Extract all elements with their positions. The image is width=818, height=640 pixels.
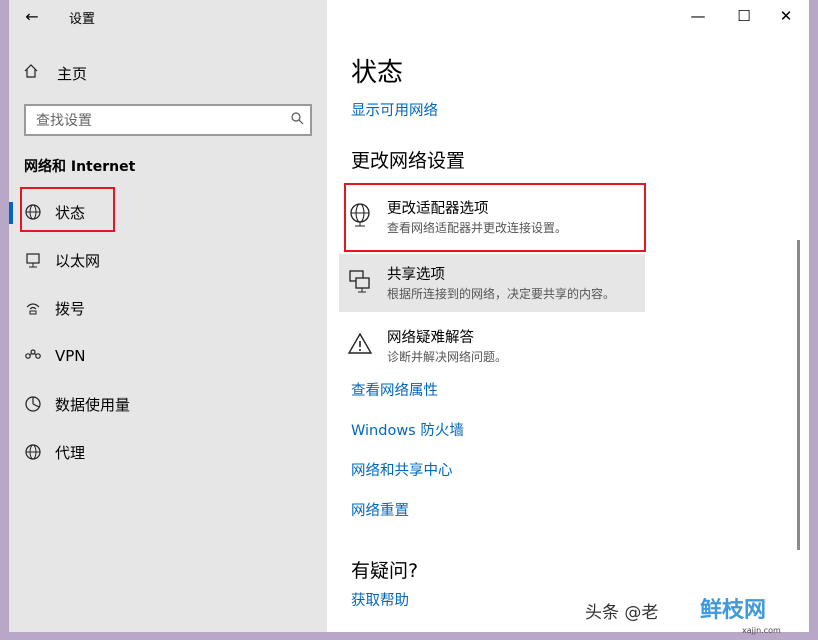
sidebar-item-ethernet[interactable]: 以太网 [9, 236, 327, 284]
card-description: 诊断并解决网络问题。 [387, 350, 508, 364]
data-usage-icon [22, 395, 44, 413]
sidebar-item-label: 代理 [55, 443, 86, 462]
nav-pane: ← 设置 主页 查找设置 网络和 Internet 状态 以太网 拨号 VPN … [9, 0, 327, 632]
sidebar-item-label: 状态 [55, 203, 86, 222]
card-title: 更改适配器选项 [387, 201, 489, 217]
minimize-icon: — [690, 7, 706, 25]
change-settings-heading: 更改网络设置 [351, 150, 466, 172]
sidebar-item-status[interactable]: 状态 [9, 188, 327, 236]
watermark-text: 头条 @老 [585, 603, 659, 623]
sidebar-item-data-usage[interactable]: 数据使用量 [9, 380, 327, 428]
nav-list: 状态 以太网 拨号 VPN 数据使用量 代理 [9, 188, 327, 476]
search-placeholder: 查找设置 [36, 113, 92, 129]
maximize-icon: ☐ [737, 7, 751, 25]
sidebar-item-label: 数据使用量 [55, 395, 131, 414]
card-description: 查看网络适配器并更改连接设置。 [387, 221, 568, 235]
close-button[interactable]: ✕ [763, 0, 809, 32]
nav-home-label: 主页 [57, 64, 88, 83]
back-button[interactable]: ← [19, 4, 45, 28]
maximize-button[interactable]: ☐ [721, 0, 767, 32]
question-heading: 有疑问? [351, 560, 419, 582]
globe-icon [22, 203, 44, 221]
scrollbar[interactable] [797, 240, 800, 550]
sidebar-item-vpn[interactable]: VPN [9, 332, 327, 380]
card-description: 根据所连接到的网络，决定要共享的内容。 [387, 287, 616, 301]
search-icon [284, 111, 304, 129]
content-pane: — ☐ ✕ 状态 显示可用网络 更改网络设置 更改适配器选项 查看网络适配器并更… [327, 0, 809, 632]
proxy-globe-icon [22, 443, 44, 461]
sharing-icon [347, 268, 373, 294]
change-adapter-options[interactable]: 更改适配器选项 查看网络适配器并更改连接设置。 [339, 188, 645, 246]
warning-icon [347, 331, 373, 357]
watermark-brand: 鲜枝网 [700, 598, 767, 623]
close-icon: ✕ [779, 7, 793, 25]
sidebar-item-label: 以太网 [55, 251, 101, 270]
card-title: 共享选项 [387, 267, 445, 283]
arrow-left-icon: ← [25, 6, 39, 26]
network-reset-link[interactable]: 网络重置 [351, 499, 409, 520]
get-help-link[interactable]: 获取帮助 [351, 589, 409, 610]
watermark-url: xajjn.com [742, 626, 781, 635]
page-title: 状态 [351, 58, 404, 88]
card-title: 网络疑难解答 [387, 330, 474, 346]
window-title: 设置 [69, 12, 96, 27]
sidebar-item-dialup[interactable]: 拨号 [9, 284, 327, 332]
adapter-globe-icon [347, 202, 373, 228]
sidebar-item-proxy[interactable]: 代理 [9, 428, 327, 476]
dialup-icon [22, 299, 44, 317]
ethernet-icon [22, 251, 44, 269]
minimize-button[interactable]: — [675, 0, 721, 32]
sidebar-item-label: VPN [55, 347, 86, 365]
windows-firewall-link[interactable]: Windows 防火墙 [351, 419, 464, 440]
title-bar: ← 设置 [9, 0, 327, 32]
network-sharing-center-link[interactable]: 网络和共享中心 [351, 459, 453, 480]
search-input[interactable]: 查找设置 [24, 104, 312, 136]
show-networks-link[interactable]: 显示可用网络 [351, 99, 438, 120]
view-network-properties-link[interactable]: 查看网络属性 [351, 379, 438, 400]
nav-section-label: 网络和 Internet [24, 159, 136, 175]
sharing-options[interactable]: 共享选项 根据所连接到的网络，决定要共享的内容。 [339, 254, 645, 312]
nav-home[interactable]: 主页 [9, 56, 327, 90]
vpn-icon [22, 347, 44, 365]
sidebar-item-label: 拨号 [55, 299, 86, 318]
settings-window: ← 设置 主页 查找设置 网络和 Internet 状态 以太网 拨号 VPN … [9, 0, 809, 632]
home-icon [23, 63, 43, 83]
network-troubleshooter[interactable]: 网络疑难解答 诊断并解决网络问题。 [339, 317, 645, 375]
